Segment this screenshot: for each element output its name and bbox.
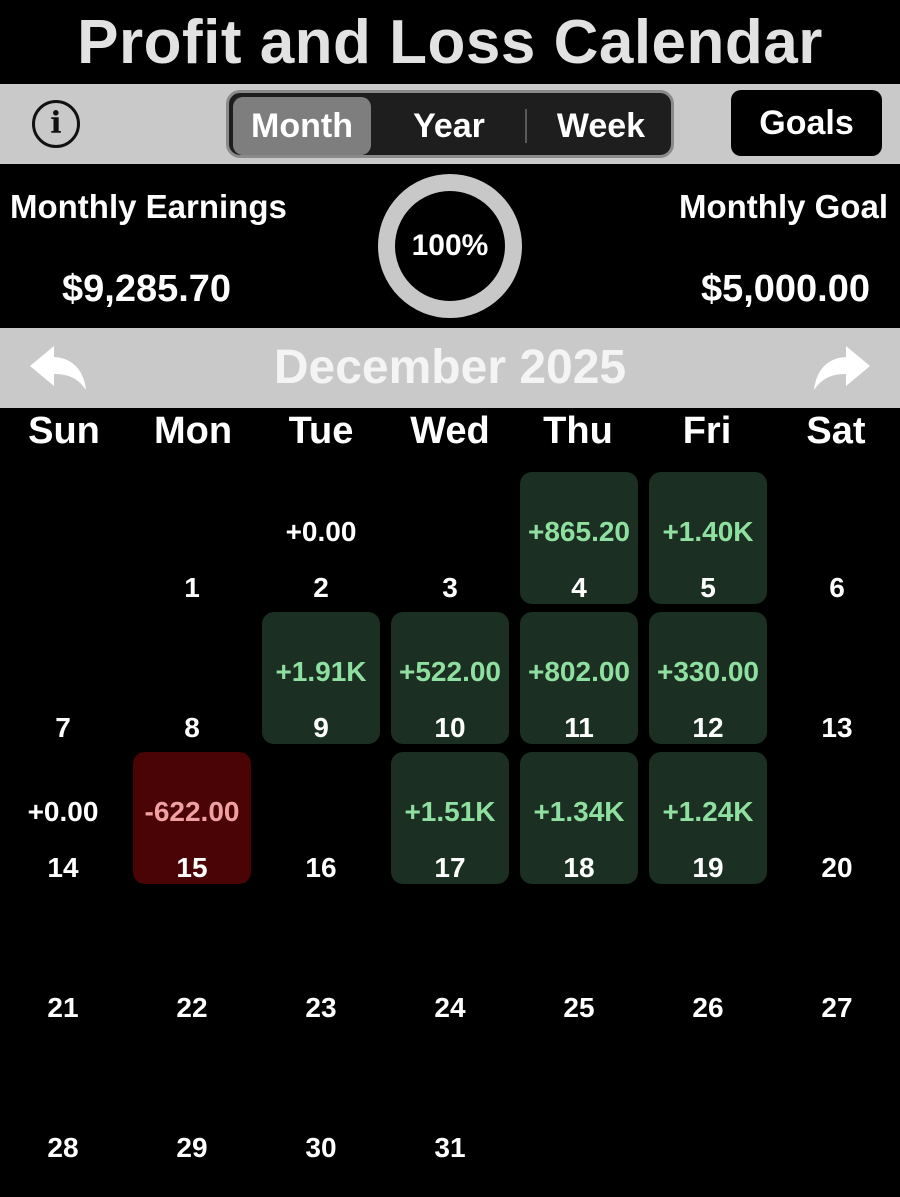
day-number: 31 <box>434 1132 466 1163</box>
day-number: 27 <box>821 992 853 1023</box>
weekday-tue: Tue <box>288 410 354 452</box>
calendar-day-cell[interactable]: +1.34K 18 <box>520 740 640 884</box>
day-number: 29 <box>176 1132 208 1163</box>
calendar-day-cell[interactable]: 1 <box>133 460 253 603</box>
forward-arrow-icon[interactable] <box>812 342 872 394</box>
day-pnl-value: +522.00 <box>399 656 501 687</box>
goal-progress-ring: 100% <box>378 174 522 318</box>
calendar-day-cell[interactable]: +1.40K 5 <box>649 460 769 604</box>
calendar-day-cell[interactable]: +802.00 11 <box>520 600 640 744</box>
day-pnl-value: +1.91K <box>275 656 367 687</box>
toolbar: i Month Year Week Goals <box>0 84 900 164</box>
info-glyph: i <box>50 106 62 141</box>
day-pnl-value: +1.24K <box>662 796 754 827</box>
calendar-day-cell[interactable]: 3 <box>391 460 511 603</box>
calendar-day-cell[interactable]: 21 <box>4 880 124 1023</box>
day-pnl-value: +1.40K <box>662 516 754 547</box>
day-number: 25 <box>563 992 595 1023</box>
day-number: 28 <box>47 1132 79 1163</box>
monthly-goal-value: $5,000.00 <box>700 268 870 310</box>
calendar-day-cell[interactable]: 23 <box>262 880 382 1023</box>
calendar-day-cell[interactable]: -622.00 15 <box>133 740 253 884</box>
calendar-day-cell[interactable]: 29 <box>133 1020 253 1163</box>
goal-progress-text: 100% <box>411 229 489 262</box>
calendar-day-cell[interactable]: 25 <box>520 880 640 1023</box>
calendar-day-cell[interactable]: 28 <box>4 1020 124 1163</box>
goals-button[interactable]: Goals <box>731 90 882 156</box>
month-navigation-bar: December 2025 <box>0 328 900 408</box>
day-pnl-value: -622.00 <box>144 796 240 827</box>
monthly-earnings-value: $9,285.70 <box>62 268 232 310</box>
day-number: 26 <box>692 992 724 1023</box>
tab-year[interactable]: Year <box>379 97 519 155</box>
monthly-summary: Monthly Earnings $9,285.70 100% Monthly … <box>0 164 900 328</box>
calendar-day-cell[interactable]: 7 <box>4 600 124 743</box>
calendar-day-cell[interactable]: 31 <box>391 1020 511 1163</box>
calendar-day-cell[interactable]: 30 <box>262 1020 382 1163</box>
day-number: 30 <box>305 1132 337 1163</box>
calendar-day-cell[interactable]: 13 <box>778 600 898 743</box>
calendar-day-cell[interactable]: +0.00 2 <box>262 460 382 603</box>
month-title: December 2025 <box>273 341 627 394</box>
calendar-day-cell[interactable]: +1.24K 19 <box>649 740 769 884</box>
calendar-day-cell[interactable]: +1.51K 17 <box>391 740 511 884</box>
day-pnl-value: +330.00 <box>657 656 759 687</box>
weekday-sat: Sat <box>806 410 866 452</box>
monthly-earnings-label: Monthly Earnings <box>10 188 287 225</box>
calendar-day-cell[interactable]: +1.91K 9 <box>262 600 382 744</box>
weekday-header: Sun Mon Tue Wed Thu Fri Sat <box>0 410 900 460</box>
day-pnl-value: +1.51K <box>404 796 496 827</box>
weekday-thu: Thu <box>543 410 613 452</box>
monthly-goal-label: Monthly Goal <box>679 188 888 225</box>
calendar-grid: 1 +0.00 2 3 +865.20 4 +1.40K 5 6 7 8 +1.91K 9 +522.00… <box>0 460 900 1163</box>
page-title: Profit and Loss Calendar <box>77 8 823 77</box>
day-pnl-value: +0.00 <box>27 796 99 827</box>
back-arrow-icon[interactable] <box>28 342 88 394</box>
calendar-day-cell[interactable]: 22 <box>133 880 253 1023</box>
segment-divider <box>525 109 527 143</box>
weekday-sun: Sun <box>28 410 100 452</box>
calendar-day-cell[interactable]: 26 <box>649 880 769 1023</box>
calendar-day-cell[interactable]: +330.00 12 <box>649 600 769 744</box>
day-pnl-value: +1.34K <box>533 796 625 827</box>
weekday-wed: Wed <box>410 410 490 452</box>
calendar-day-cell[interactable]: 24 <box>391 880 511 1023</box>
calendar-day-cell[interactable]: 6 <box>778 460 898 603</box>
tab-week[interactable]: Week <box>531 97 671 155</box>
weekday-mon: Mon <box>153 410 233 452</box>
calendar-day-cell[interactable]: +0.00 14 <box>4 740 124 883</box>
calendar-day-cell[interactable]: 8 <box>133 600 253 743</box>
calendar-day-cell[interactable]: +865.20 4 <box>520 460 640 604</box>
calendar-day-cell[interactable]: +522.00 10 <box>391 600 511 744</box>
weekday-fri: Fri <box>682 410 732 452</box>
calendar-day-cell[interactable]: 27 <box>778 880 898 1023</box>
calendar-day-cell[interactable]: 20 <box>778 740 898 883</box>
view-segmented-control: Month Year Week <box>226 90 674 158</box>
calendar-day-cell[interactable]: 16 <box>262 740 382 883</box>
day-pnl-value: +802.00 <box>528 656 630 687</box>
info-circle-icon[interactable]: i <box>32 100 80 148</box>
day-pnl-value: +865.20 <box>528 516 630 547</box>
day-pnl-value: +0.00 <box>285 516 357 547</box>
tab-month[interactable]: Month <box>233 97 371 155</box>
